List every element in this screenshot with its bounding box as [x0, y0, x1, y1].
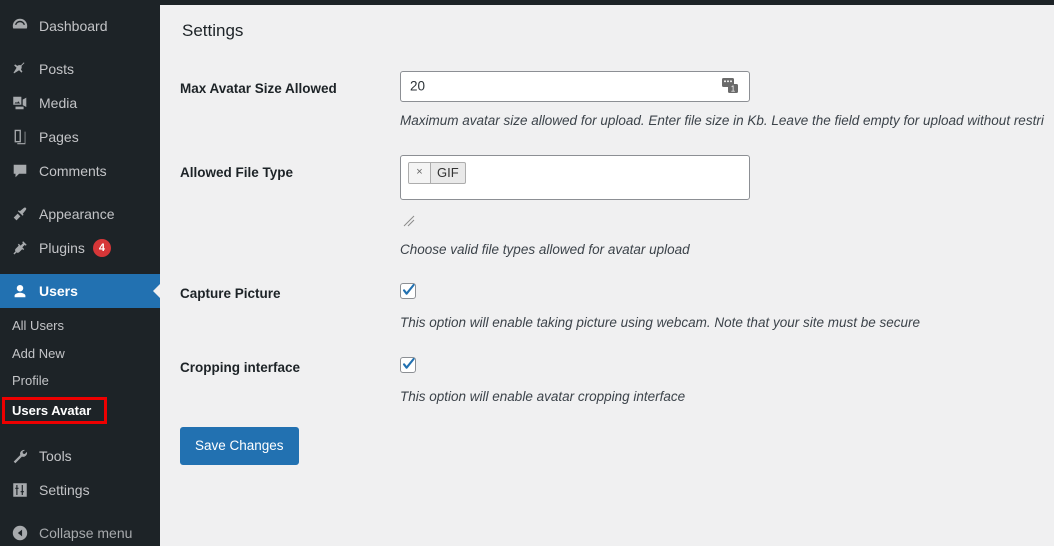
sidebar-item-dashboard[interactable]: Dashboard	[0, 9, 160, 43]
desc-cropping-interface: This option will enable avatar cropping …	[400, 388, 686, 404]
media-icon	[10, 93, 30, 113]
sidebar-item-media[interactable]: Media	[0, 86, 160, 120]
sidebar-item-label: Tools	[39, 448, 72, 465]
sidebar-item-posts[interactable]: Posts	[0, 52, 160, 86]
row-label-cropping-interface: Cropping interface	[180, 359, 301, 375]
sidebar-item-label: Media	[39, 95, 78, 111]
sidebar-item-collapse-menu[interactable]: Collapse menu	[0, 516, 160, 546]
sidebar-top-spacer	[0, 0, 160, 9]
file-type-tag-label: GIF	[437, 165, 459, 181]
sidebar-item-users[interactable]: Users	[0, 274, 160, 308]
cropping-interface-checkbox[interactable]	[400, 356, 416, 373]
row-label-capture-picture: Capture Picture	[180, 285, 281, 301]
sidebar-item-label: Appearance	[39, 206, 115, 222]
desc-max-avatar-size: Maximum avatar size allowed for upload. …	[400, 112, 1044, 128]
row-allowed-file-type: Allowed File Type × GIF Choose valid fil…	[180, 154, 1054, 283]
user-icon	[10, 281, 30, 301]
svg-text:1: 1	[731, 85, 736, 94]
max-avatar-size-value: 20	[410, 78, 426, 94]
sidebar-item-pages[interactable]: Pages	[0, 120, 160, 154]
admin-sidebar: Dashboard Posts Media Pages Comments App…	[0, 0, 160, 546]
sidebar-subitem-users-avatar[interactable]: Users Avatar	[0, 397, 160, 425]
row-label-allowed-file-type: Allowed File Type	[180, 164, 294, 180]
sidebar-subitem-all-users[interactable]: All Users	[0, 312, 160, 340]
sidebar-item-plugins[interactable]: Plugins 4	[0, 231, 160, 265]
resize-grip-icon[interactable]	[402, 214, 416, 228]
sidebar-divider-3	[0, 265, 160, 274]
row-label-max-avatar-size: Max Avatar Size Allowed	[180, 80, 337, 96]
sidebar-item-label: Collapse menu	[39, 525, 133, 542]
paintbrush-icon	[10, 204, 30, 224]
sidebar-divider-5	[0, 507, 160, 516]
sidebar-submenu-users: All Users Add New Profile Users Avatar	[0, 308, 160, 430]
sidebar-item-label: Users	[39, 283, 78, 299]
comment-bubble-icon	[10, 161, 30, 181]
sidebar-item-appearance[interactable]: Appearance	[0, 197, 160, 231]
sidebar-divider-2	[0, 188, 160, 197]
admin-screen: Dashboard Posts Media Pages Comments App…	[0, 0, 1054, 546]
sidebar-divider-4	[0, 430, 160, 439]
wrench-icon	[10, 446, 30, 466]
sidebar-item-tools[interactable]: Tools	[0, 439, 160, 473]
page-title: Settings	[182, 21, 244, 40]
sidebar-item-label: Settings	[39, 482, 90, 499]
row-cropping-interface: Cropping interface This option will enab…	[180, 356, 1054, 427]
collapse-arrow-icon	[10, 523, 30, 543]
desc-allowed-file-type: Choose valid file types allowed for avat…	[400, 241, 690, 257]
sidebar-subitem-profile[interactable]: Profile	[0, 367, 160, 395]
row-max-avatar-size: Max Avatar Size Allowed 20 1 Maximum ava…	[180, 70, 1054, 155]
sidebar-item-label: Plugins	[39, 240, 85, 256]
max-avatar-size-input[interactable]: 20 1	[400, 70, 750, 102]
sidebar-subitem-users-avatar-wrapper: Users Avatar	[0, 396, 160, 425]
number-spinner-icon[interactable]: 1	[721, 77, 741, 95]
sidebar-item-label: Posts	[39, 61, 75, 77]
dashboard-gauge-icon	[10, 16, 30, 36]
sidebar-item-label: Comments	[39, 163, 107, 179]
plug-icon	[10, 238, 30, 258]
sliders-icon	[10, 480, 30, 500]
capture-picture-checkbox[interactable]	[400, 282, 416, 299]
sidebar-item-settings[interactable]: Settings	[0, 473, 160, 507]
sidebar-item-comments[interactable]: Comments	[0, 154, 160, 188]
file-type-tag[interactable]: × GIF	[408, 161, 466, 184]
remove-tag-icon[interactable]: ×	[409, 162, 431, 183]
settings-page: Settings Max Avatar Size Allowed 20 1 Ma…	[160, 5, 1054, 546]
row-capture-picture: Capture Picture This option will enable …	[180, 282, 1054, 357]
save-changes-button[interactable]: Save Changes	[180, 426, 299, 466]
allowed-file-type-input[interactable]: × GIF	[400, 154, 750, 200]
desc-capture-picture: This option will enable taking picture u…	[400, 314, 921, 330]
sidebar-subitem-add-new[interactable]: Add New	[0, 340, 160, 368]
plugins-update-badge: 4	[92, 239, 111, 257]
sidebar-item-label: Pages	[39, 129, 79, 145]
sidebar-divider-1	[0, 43, 160, 52]
pin-icon	[10, 59, 30, 79]
main-content-area: Settings Max Avatar Size Allowed 20 1 Ma…	[160, 0, 1054, 546]
sidebar-item-label: Dashboard	[39, 18, 108, 34]
pages-icon	[10, 127, 30, 147]
